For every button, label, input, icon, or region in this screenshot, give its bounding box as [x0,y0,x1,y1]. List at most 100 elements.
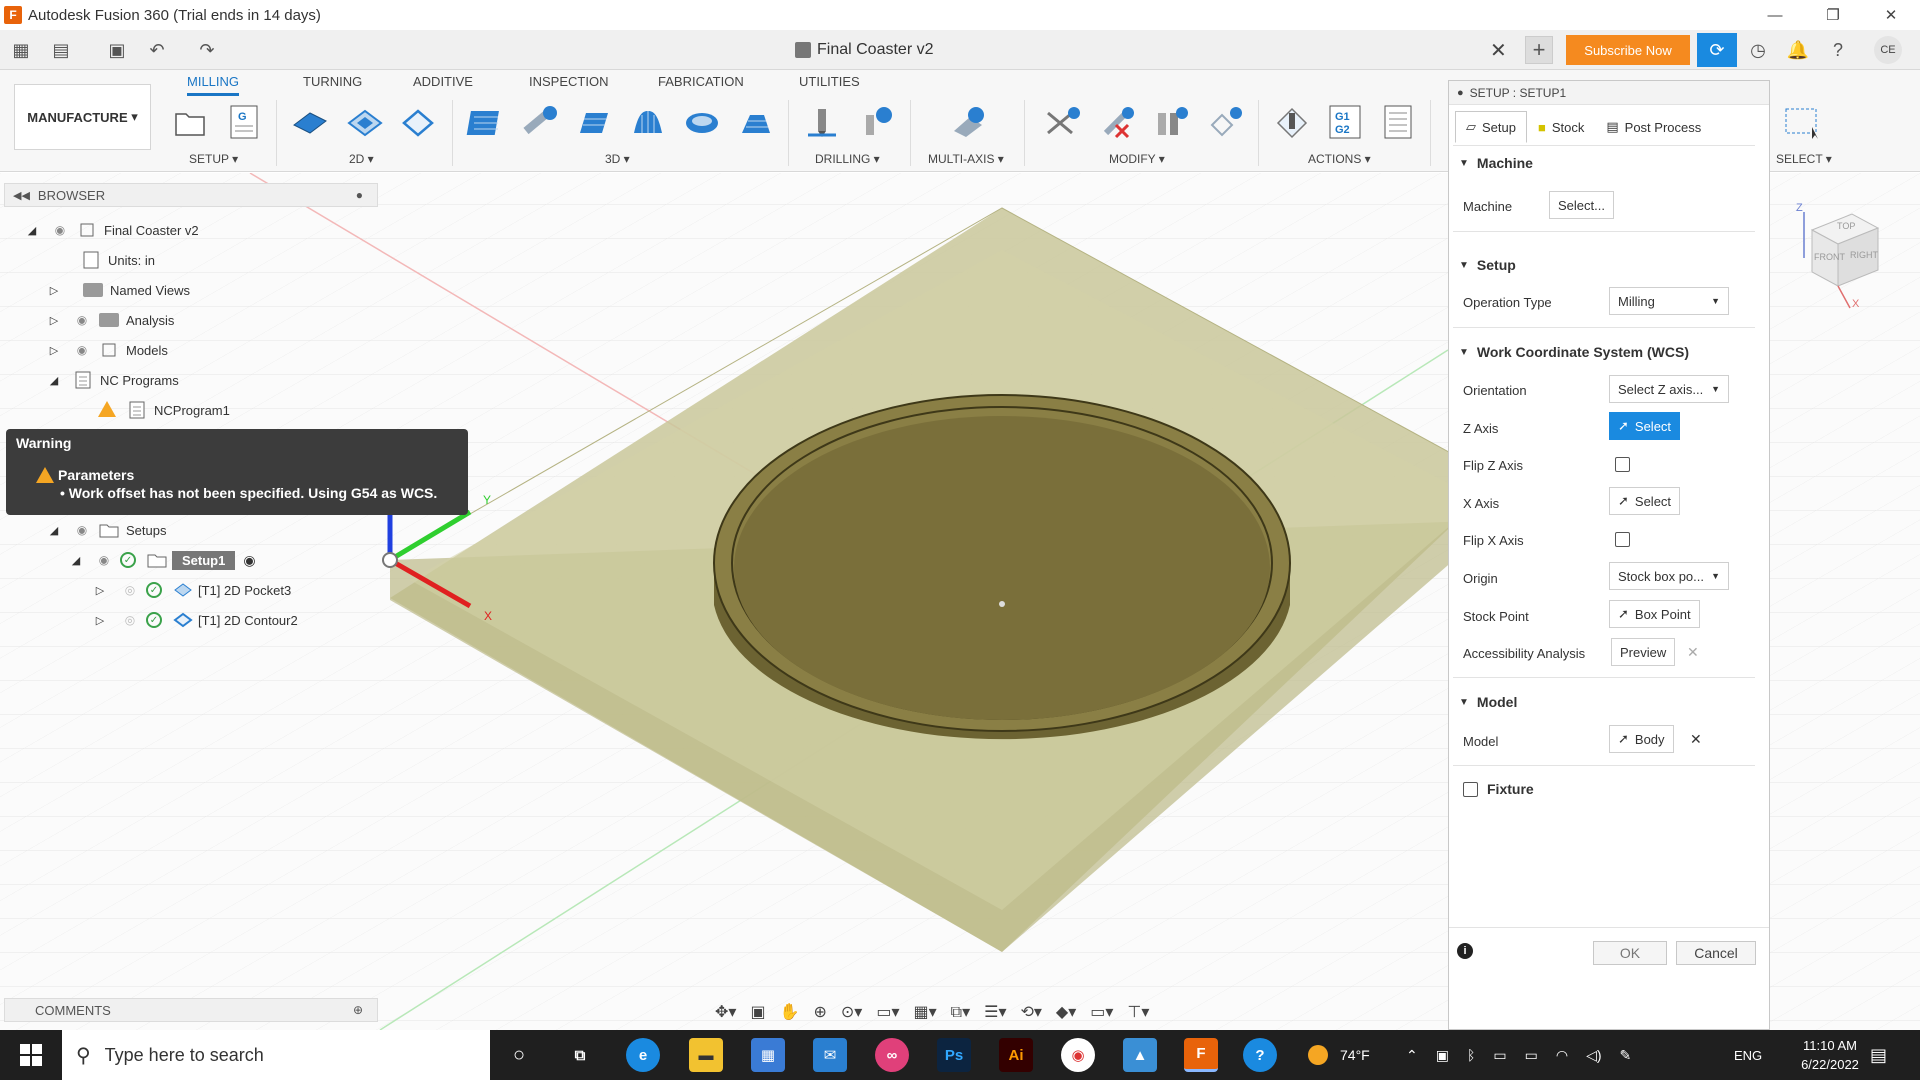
notification-center-icon[interactable]: ▤ [1870,1030,1887,1080]
help-app-icon[interactable]: ? [1243,1038,1277,1072]
tab-turning[interactable]: TURNING [303,74,362,89]
hidden-eye-icon[interactable]: ◎ [120,583,140,597]
expand-arrow-icon[interactable]: ▷ [92,614,108,627]
operation-type-dropdown[interactable]: Milling ▼ [1609,287,1729,315]
task-view-icon[interactable]: ⧉ [563,1038,597,1072]
new-tab-button[interactable]: + [1525,36,1553,64]
file-menu-icon[interactable]: ▤ [50,39,72,61]
look-at-icon[interactable]: ▣ [750,1002,765,1022]
group-3d[interactable]: 3D ▾ [605,152,630,166]
browser-header[interactable]: ◀◀ BROWSER ● [4,183,378,207]
help-icon[interactable]: ? [1826,38,1850,62]
visibility-eye-icon[interactable]: ◉ [72,313,92,327]
file-explorer-icon[interactable]: ▬ [689,1038,723,1072]
visibility-eye-icon[interactable]: ◉ [72,343,92,357]
orbit-icon[interactable]: ✥▾ [715,1002,736,1022]
section-analysis-icon[interactable]: ◆▾ [1056,1002,1076,1022]
chrome-icon[interactable]: ◉ [1061,1038,1095,1072]
fit-icon[interactable]: ⊙▾ [841,1002,862,1022]
collapse-dialog-icon[interactable]: ● [1457,87,1464,99]
ok-button[interactable]: OK [1593,941,1667,965]
clear-model-icon[interactable]: ✕ [1690,731,1702,748]
model-select-button[interactable]: ➚ Body [1609,725,1674,753]
flip-x-axis-checkbox[interactable] [1615,532,1630,547]
tree-item-analysis[interactable]: ▷ ◉ Analysis [46,308,175,332]
fixture-checkbox[interactable] [1463,782,1478,797]
weather-widget[interactable]: 74°F [1308,1030,1370,1080]
tree-item-units[interactable]: Units: in [74,248,155,272]
tab-milling[interactable]: MILLING [187,74,240,96]
expand-arrow-icon[interactable]: ▷ [46,284,62,297]
close-document-icon[interactable]: ✕ [1490,38,1507,63]
viewcube-right-label[interactable]: RIGHT [1850,250,1878,260]
show-hidden-icons-icon[interactable]: ⌃ [1406,1047,1418,1064]
effects-icon[interactable]: ⊤▾ [1127,1002,1149,1022]
z-axis-select-button[interactable]: ➚ Select [1609,412,1681,440]
volume-icon[interactable]: ◁) [1586,1047,1601,1064]
clear-accessibility-icon[interactable]: ✕ [1687,644,1699,661]
post-process-icon[interactable]: G1 G2 [1325,102,1365,142]
bluetooth-icon[interactable]: ᛒ [1467,1047,1475,1063]
browser-options-icon[interactable]: ● [356,188,363,202]
subscribe-button[interactable]: Subscribe Now [1566,35,1690,65]
tree-item-root[interactable]: ◢ ◉ Final Coaster v2 [24,218,199,242]
3d-steep-shallow-icon[interactable] [574,102,614,142]
zoom-icon[interactable]: ⊕ [813,1002,826,1022]
capture-icon[interactable]: ▭ [1493,1047,1506,1064]
tab-utilities[interactable]: UTILITIES [799,74,860,89]
cancel-button[interactable]: Cancel [1676,941,1756,965]
redo-icon[interactable]: ↷ [196,39,218,61]
notifications-bell-icon[interactable]: 🔔 [1786,38,1810,62]
minimize-button[interactable]: — [1746,0,1804,30]
data-panel-grid-icon[interactable]: ▦ [10,39,32,61]
tree-item-2d-contour2[interactable]: ▷ ◎ ✓ [T1] 2D Contour2 [92,608,298,632]
clock-icon[interactable]: ◷ [1746,38,1770,62]
display-settings-icon[interactable]: ▭▾ [876,1002,899,1022]
viewcube[interactable]: TOP FRONT RIGHT Z X [1790,200,1890,310]
trim-icon[interactable] [1042,102,1082,142]
2d-pocket-icon[interactable] [345,102,385,142]
2d-contour-icon[interactable] [398,102,438,142]
stock-point-select-button[interactable]: ➚ Box Point [1609,600,1700,628]
3d-pocket-icon[interactable] [520,102,560,142]
pattern-icon[interactable] [1206,102,1246,142]
x-axis-select-button[interactable]: ➚ Select [1609,487,1681,515]
group-multi-axis[interactable]: MULTI-AXIS ▾ [928,152,1004,166]
drill-toolpath-icon[interactable] [856,102,896,142]
job-status-icon[interactable]: ⟳ [1697,33,1737,67]
tab-additive[interactable]: ADDITIVE [413,74,473,89]
undo-icon[interactable]: ↶ [146,39,168,61]
pen-icon[interactable]: ✎ [1620,1047,1632,1064]
battery-icon[interactable]: ▭ [1525,1047,1538,1064]
expand-arrow-icon[interactable]: ▷ [92,584,108,597]
edge-browser-icon[interactable]: e [626,1038,660,1072]
activate-radio-icon[interactable]: ◉ [243,552,255,569]
section-wcs[interactable]: ▼ Work Coordinate System (WCS) [1459,344,1689,360]
tab-setup[interactable]: ▱ Setup [1455,111,1527,143]
layers-icon[interactable]: ☰▾ [984,1002,1006,1022]
tab-post-process[interactable]: ▤ Post Process [1595,111,1712,143]
tab-stock[interactable]: ■ Stock [1527,111,1595,143]
hidden-eye-icon[interactable]: ◎ [120,613,140,627]
grid-settings-icon[interactable]: ▦▾ [913,1002,936,1022]
collapse-arrow-icon[interactable]: ◢ [68,554,84,567]
collapse-arrow-icon[interactable]: ◢ [24,224,40,237]
section-machine[interactable]: ▼ Machine [1459,155,1533,171]
collapse-browser-icon[interactable]: ◀◀ [13,189,30,202]
group-2d[interactable]: 2D ▾ [349,152,374,166]
section-setup[interactable]: ▼ Setup [1459,257,1516,273]
workspace-switcher[interactable]: MANUFACTURE ▾ [14,84,151,150]
new-setup-icon[interactable] [170,102,210,142]
group-modify[interactable]: MODIFY ▾ [1109,152,1165,166]
collapse-arrow-icon[interactable]: ◢ [46,524,62,537]
environment-icon[interactable]: ▭▾ [1090,1002,1113,1022]
camera-icon[interactable]: ⟲▾ [1020,1002,1041,1022]
2d-adaptive-icon[interactable] [290,102,330,142]
tree-item-models[interactable]: ▷ ◉ Models [46,338,168,362]
clock[interactable]: 11:10 AM 6/22/2022 [1790,1036,1870,1074]
illustrator-icon[interactable]: Ai [999,1038,1033,1072]
accessibility-preview-button[interactable]: Preview [1611,638,1676,666]
document-tab[interactable]: Final Coaster v2 [795,38,934,62]
visibility-eye-icon[interactable]: ◉ [50,223,70,237]
multi-axis-icon[interactable] [948,102,988,142]
